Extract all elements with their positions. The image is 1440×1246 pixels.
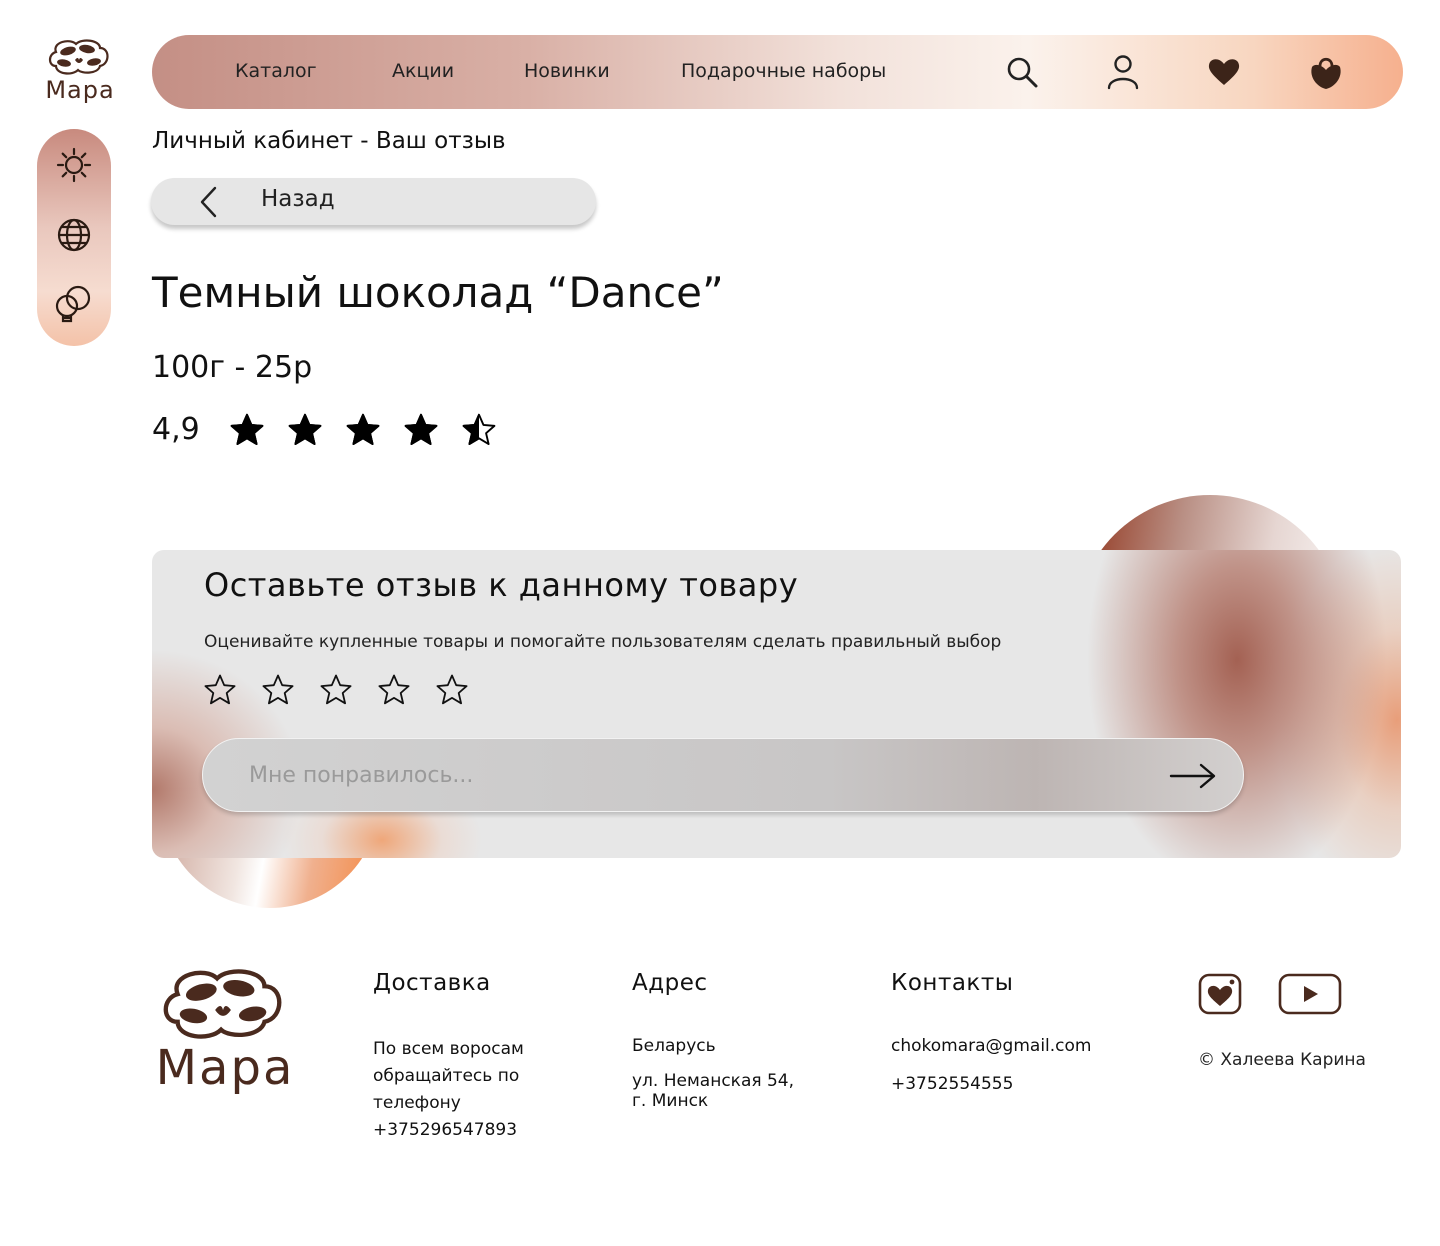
instagram-heart-icon[interactable] [1198, 972, 1242, 1016]
footer-delivery-line: По всем воросам [373, 1039, 524, 1059]
footer-address-line: г. Минск [632, 1091, 709, 1111]
footer-address-country: Беларусь [632, 1036, 716, 1056]
footer-address-street: ул. Неманская 54, г. Минск [632, 1071, 794, 1111]
youtube-icon[interactable] [1278, 972, 1342, 1016]
footer-delivery-line: обращайтесь по [373, 1066, 520, 1086]
review-input-container [202, 738, 1244, 812]
footer-delivery-text: По всем воросам обращайтесь по телефону … [373, 1036, 524, 1144]
rating-star-icon [404, 413, 438, 445]
cocoa-beans-icon [48, 39, 109, 75]
product-title: Темный шоколад “Dance” [152, 268, 724, 317]
review-input[interactable] [249, 755, 1149, 795]
review-star-icon[interactable] [318, 672, 354, 708]
footer-address-title: Адрес [632, 970, 708, 996]
review-subtitle: Оценивайте купленные товары и помогайте … [204, 632, 1002, 652]
product-price: 100г - 25р [152, 350, 313, 385]
rating-star-icon [346, 413, 380, 445]
sun-icon[interactable] [54, 145, 94, 185]
back-button-label: Назад [261, 186, 335, 212]
breadcrumb: Личный кабинет - Ваш отзыв [152, 128, 506, 154]
globe-icon[interactable] [54, 215, 94, 255]
footer-email[interactable]: chokomara@gmail.com [891, 1033, 1091, 1060]
cocoa-beans-icon [163, 969, 282, 1039]
footer-delivery-title: Доставка [373, 970, 491, 996]
brand-logo[interactable]: Мара [42, 38, 118, 108]
review-star-icon[interactable] [434, 672, 470, 708]
product-rating-value: 4,9 [152, 412, 200, 447]
side-toolbar [37, 129, 111, 346]
rating-star-icon [230, 413, 264, 445]
footer-delivery-phone[interactable]: +375296547893 [373, 1117, 524, 1144]
brand-name: Мара [45, 76, 115, 104]
search-icon[interactable] [1002, 52, 1042, 92]
nav-new-arrivals[interactable]: Новинки [524, 60, 610, 82]
shopping-bag-icon[interactable] [1306, 52, 1346, 92]
chevron-left-icon [200, 186, 217, 218]
top-navbar: Каталог Акции Новинки Подарочные наборы [152, 35, 1403, 109]
footer-address-line: ул. Неманская 54, [632, 1071, 795, 1091]
footer-logo[interactable]: Мара [150, 966, 300, 1106]
rating-star-icon [462, 413, 496, 445]
review-star-icon[interactable] [202, 672, 238, 708]
footer-brand-name: Мара [155, 1040, 295, 1096]
nav-catalog[interactable]: Каталог [235, 60, 317, 82]
review-star-icon[interactable] [376, 672, 412, 708]
review-title: Оставьте отзыв к данному товару [204, 566, 799, 604]
arrow-right-icon[interactable] [1169, 761, 1217, 791]
user-icon[interactable] [1103, 52, 1143, 92]
lightbulb-icon[interactable] [54, 285, 94, 325]
footer-delivery-line: телефону [373, 1093, 461, 1113]
footer-contacts-title: Контакты [891, 970, 1014, 996]
back-button[interactable]: Назад [151, 178, 596, 225]
review-card: Оставьте отзыв к данному товару Оценивай… [152, 550, 1401, 858]
footer-copyright: © Халеева Карина [1198, 1050, 1366, 1070]
nav-promotions[interactable]: Акции [392, 60, 454, 82]
rating-star-icon [288, 413, 322, 445]
heart-icon[interactable] [1204, 52, 1244, 92]
review-star-icon[interactable] [260, 672, 296, 708]
nav-gift-sets[interactable]: Подарочные наборы [681, 60, 886, 82]
footer-phone[interactable]: +3752554555 [891, 1071, 1013, 1098]
